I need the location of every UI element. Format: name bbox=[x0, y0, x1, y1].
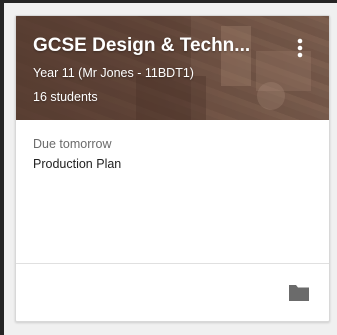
class-card-footer bbox=[16, 263, 329, 321]
more-options-button[interactable] bbox=[286, 34, 314, 62]
student-count: 16 students bbox=[33, 90, 98, 104]
more-vert-icon bbox=[297, 38, 303, 58]
class-card: GCSE Design & Techn... Year 11 (Mr Jones… bbox=[15, 15, 330, 322]
class-drive-folder-button[interactable] bbox=[287, 283, 311, 303]
assignment-link[interactable]: Production Plan bbox=[33, 157, 121, 171]
class-section[interactable]: Year 11 (Mr Jones - 11BDT1) bbox=[33, 66, 194, 80]
class-card-header[interactable]: GCSE Design & Techn... Year 11 (Mr Jones… bbox=[16, 16, 329, 120]
due-label: Due tomorrow bbox=[33, 137, 112, 151]
folder-icon bbox=[289, 285, 309, 301]
class-title[interactable]: GCSE Design & Techn... bbox=[33, 35, 273, 57]
upcoming-section: Due tomorrow Production Plan bbox=[16, 120, 329, 263]
